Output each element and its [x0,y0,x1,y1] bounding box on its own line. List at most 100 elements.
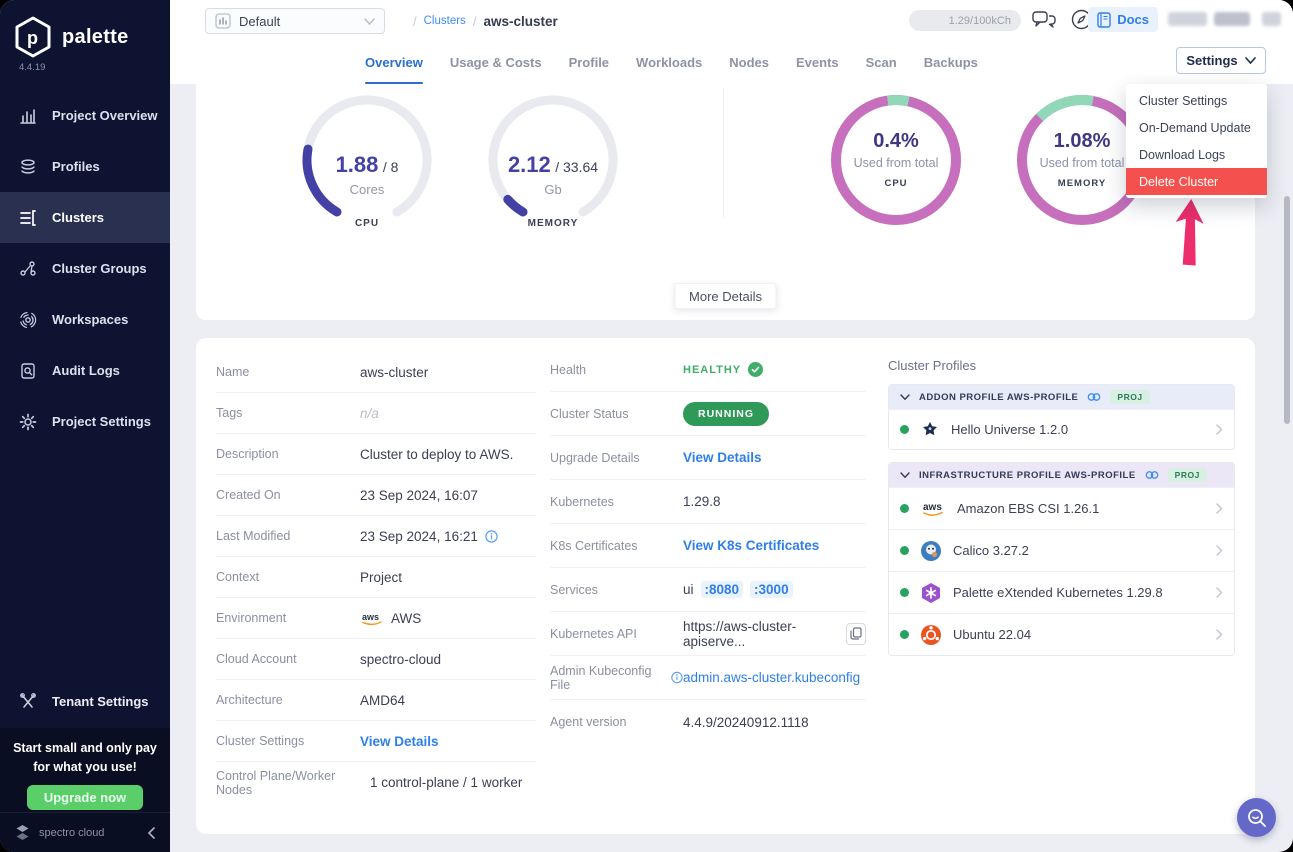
cluster-profiles-panel: Cluster Profiles ADDON PROFILE AWS-PROFI… [888,358,1235,668]
status-dot [900,425,909,434]
book-icon [1097,12,1111,28]
memory-unit: Gb [483,182,623,197]
infrastructure-profile-group: INFRASTRUCTURE PROFILE AWS-PROFILE PROJ … [888,462,1235,656]
aws-logo-icon: aws [920,500,946,517]
tab-overview[interactable]: Overview [365,50,423,84]
link-icon[interactable] [1087,392,1101,402]
status-dot [900,504,909,513]
sidebar-item-workspaces[interactable]: Workspaces [0,294,170,345]
service-port-8080-link[interactable]: :8080 [701,581,744,598]
profile-row-hello-universe[interactable]: Hello Universe 1.2.0 [889,409,1234,449]
status-dot [900,588,909,597]
menu-item-delete-cluster[interactable]: Delete Cluster [1126,168,1267,195]
sidebar-item-tenant-settings[interactable]: Tenant Settings [0,684,170,718]
tab-profile[interactable]: Profile [569,50,609,84]
breadcrumb: / Clusters / aws-cluster [413,8,558,34]
layers-stack-icon [19,158,37,176]
settings-button[interactable]: Settings [1176,47,1266,74]
sidebar-item-project-settings[interactable]: Project Settings [0,396,170,447]
upgrade-view-details-link[interactable]: View Details [683,450,762,465]
tab-usage-costs[interactable]: Usage & Costs [450,50,542,84]
pxk-hexagon-icon [920,582,942,604]
detail-row-cluster-settings: Cluster Settings View Details [216,721,536,762]
project-selector-value: Default [239,14,280,29]
cpu-gauge-label: CPU [297,218,437,229]
app-version: 4.4.19 [19,62,170,73]
tab-backups[interactable]: Backups [924,50,978,84]
detail-row-environment: Environment aws AWS [216,598,536,639]
svg-text:p: p [27,28,38,48]
health-status-text: HEALTHY [683,364,741,376]
usage-summary-card: 1.88 / 8 Cores CPU 2.12 / 33.64 Gb MEMOR… [196,84,1255,320]
settings-dropdown-menu: Cluster Settings On-Demand Update Downlo… [1126,84,1267,198]
menu-item-download-logs[interactable]: Download Logs [1126,141,1267,168]
info-icon[interactable] [485,530,498,543]
link-icon[interactable] [1145,470,1159,480]
chevron-right-icon [1216,545,1223,556]
project-selector-dropdown[interactable]: Default [205,8,385,34]
info-icon[interactable] [671,671,683,684]
upgrade-promo-panel: Start small and only pay for what you us… [0,728,170,812]
addon-profile-header[interactable]: ADDON PROFILE AWS-PROFILE PROJ [889,385,1234,409]
breadcrumb-clusters-link[interactable]: Clusters [424,15,466,27]
cpu-donut: 0.4% Used from total CPU [826,90,966,240]
chevron-left-icon [147,827,156,839]
magnifier-smile-icon [1247,808,1267,828]
upgrade-now-button[interactable]: Upgrade now [27,785,143,810]
cpu-donut-caption: Used from total [826,156,966,170]
bar-chart-icon [19,107,37,125]
cpu-gauge: 1.88 / 8 Cores CPU [297,90,437,240]
sidebar-item-audit-logs[interactable]: Audit Logs [0,345,170,396]
tab-workloads[interactable]: Workloads [636,50,702,84]
addon-profile-group: ADDON PROFILE AWS-PROFILE PROJ Hello Uni… [888,384,1235,450]
copy-icon [850,627,862,640]
menu-item-cluster-settings[interactable]: Cluster Settings [1126,87,1267,114]
cpu-used-value: 1.88 [336,152,379,177]
view-k8s-certificates-link[interactable]: View K8s Certificates [683,538,819,553]
service-port-3000-link[interactable]: :3000 [750,581,793,598]
promo-text-line2: for what you use! [0,758,170,777]
redacted-user-block [1168,12,1207,26]
chat-button[interactable] [1032,9,1057,31]
detail-row-health: Health HEALTHY [550,348,866,392]
profile-row-ubuntu[interactable]: Ubuntu 22.04 [889,613,1234,655]
cpu-donut-label: CPU [826,178,966,189]
breadcrumb-current: aws-cluster [483,14,557,29]
tab-nodes[interactable]: Nodes [729,50,769,84]
redacted-avatar[interactable] [1262,12,1281,26]
detail-row-architecture: Architecture AMD64 [216,680,536,721]
vertical-scrollbar-thumb[interactable] [1284,196,1290,424]
search-fab-button[interactable] [1237,798,1276,837]
infrastructure-profile-header[interactable]: INFRASTRUCTURE PROFILE AWS-PROFILE PROJ [889,463,1234,487]
more-details-button[interactable]: More Details [674,283,777,309]
memory-gauge: 2.12 / 33.64 Gb MEMORY [483,90,623,240]
document-search-icon [19,362,37,380]
concentric-circles-icon [19,311,37,329]
svg-text:aws: aws [923,502,942,513]
cluster-settings-view-details-link[interactable]: View Details [360,734,439,749]
admin-kubeconfig-download-link[interactable]: admin.aws-cluster.kubeconfig [683,670,860,685]
status-dot [900,630,909,639]
detail-row-created-on: Created On 23 Sep 2024, 16:07 [216,475,536,516]
sidebar-item-cluster-groups[interactable]: Cluster Groups [0,243,170,294]
tab-scan[interactable]: Scan [866,50,897,84]
cpu-donut-percent: 0.4% [826,130,966,153]
profile-row-palette-extended-kubernetes[interactable]: Palette eXtended Kubernetes 1.29.8 [889,571,1234,613]
docs-label: Docs [1117,12,1149,27]
copy-api-url-button[interactable] [846,623,866,645]
sidebar-item-project-overview[interactable]: Project Overview [0,90,170,141]
chevron-right-icon [1216,503,1223,514]
profile-row-calico[interactable]: Calico 3.27.2 [889,529,1234,571]
chevron-down-icon [364,18,375,25]
profile-row-amazon-ebs-csi[interactable]: aws Amazon EBS CSI 1.26.1 [889,487,1234,529]
tab-events[interactable]: Events [796,50,839,84]
menu-item-on-demand-update[interactable]: On-Demand Update [1126,114,1267,141]
docs-button[interactable]: Docs [1088,7,1158,32]
detail-row-k8s-certificates: K8s Certificates View K8s Certificates [550,524,866,568]
app-window: p palette 4.4.19 Project Overview Profil… [0,0,1293,852]
sidebar-item-clusters[interactable]: Clusters [0,192,170,243]
hello-universe-icon [920,420,940,440]
sidebar-item-profiles[interactable]: Profiles [0,141,170,192]
top-bar: Default / Clusters / aws-cluster 1.29/10… [170,0,1293,84]
sidebar-collapse-button[interactable] [147,827,156,839]
